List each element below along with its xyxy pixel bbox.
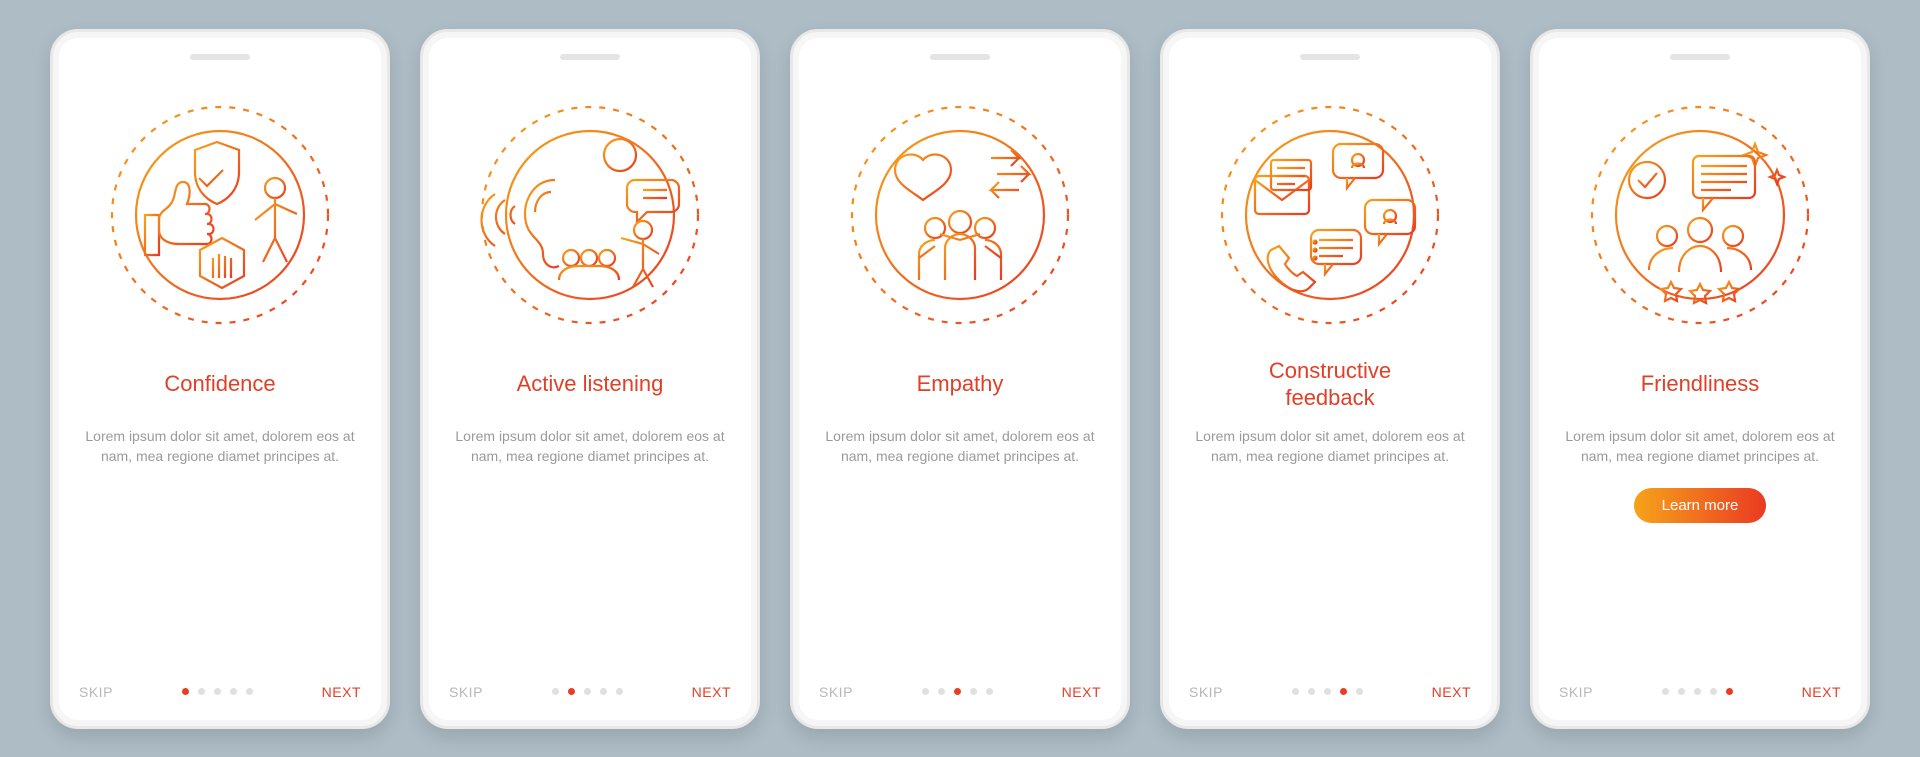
dot[interactable] [1678,688,1685,695]
friendliness-icon [1585,100,1815,330]
dot[interactable] [198,688,205,695]
skip-button[interactable]: SKIP [449,684,483,700]
screen-description: Lorem ipsum dolor sit amet, dolorem eos … [449,426,731,467]
dot[interactable] [230,688,237,695]
dot[interactable] [1340,688,1347,695]
dot[interactable] [954,688,961,695]
screen-title: Active listening [517,358,664,412]
skip-button[interactable]: SKIP [1559,684,1593,700]
next-button[interactable]: NEXT [322,684,361,700]
confidence-icon [105,100,335,330]
next-button[interactable]: NEXT [1802,684,1841,700]
feedback-icon [1215,100,1445,330]
pagination-dots [552,688,623,695]
screen-description: Lorem ipsum dolor sit amet, dolorem eos … [79,426,361,467]
dot[interactable] [246,688,253,695]
screen-title: Empathy [917,358,1004,412]
screen-description: Lorem ipsum dolor sit amet, dolorem eos … [819,426,1101,467]
dot[interactable] [568,688,575,695]
dot[interactable] [1726,688,1733,695]
screen-title: Friendliness [1641,358,1760,412]
phone-speaker [1300,54,1360,60]
dot[interactable] [922,688,929,695]
pagination-dots [1662,688,1733,695]
dot[interactable] [584,688,591,695]
dot[interactable] [616,688,623,695]
skip-button[interactable]: SKIP [1189,684,1223,700]
onboarding-screen: Active listening Lorem ipsum dolor sit a… [420,29,760,729]
dot[interactable] [1710,688,1717,695]
onboarding-footer: SKIP NEXT [1559,664,1841,700]
screen-description: Lorem ipsum dolor sit amet, dolorem eos … [1189,426,1471,467]
screen-title: Confidence [164,358,275,412]
dot[interactable] [1292,688,1299,695]
next-button[interactable]: NEXT [692,684,731,700]
active-listening-icon [475,100,705,330]
phone-speaker [190,54,250,60]
onboarding-screen: Confidence Lorem ipsum dolor sit amet, d… [50,29,390,729]
dot[interactable] [970,688,977,695]
onboarding-footer: SKIP NEXT [1189,664,1471,700]
screen-title: Constructive feedback [1269,358,1391,412]
dot[interactable] [1324,688,1331,695]
dot[interactable] [1662,688,1669,695]
dot[interactable] [1356,688,1363,695]
onboarding-screen: Empathy Lorem ipsum dolor sit amet, dolo… [790,29,1130,729]
dot[interactable] [986,688,993,695]
onboarding-screen: Constructive feedback Lorem ipsum dolor … [1160,29,1500,729]
phone-speaker [930,54,990,60]
dot[interactable] [938,688,945,695]
skip-button[interactable]: SKIP [79,684,113,700]
onboarding-screen: Friendliness Lorem ipsum dolor sit amet,… [1530,29,1870,729]
dot[interactable] [600,688,607,695]
phone-speaker [560,54,620,60]
learn-more-button[interactable]: Learn more [1634,488,1767,523]
phone-speaker [1670,54,1730,60]
dot[interactable] [552,688,559,695]
onboarding-footer: SKIP NEXT [449,664,731,700]
next-button[interactable]: NEXT [1432,684,1471,700]
dot[interactable] [1308,688,1315,695]
pagination-dots [1292,688,1363,695]
pagination-dots [182,688,253,695]
skip-button[interactable]: SKIP [819,684,853,700]
empathy-icon [845,100,1075,330]
dot[interactable] [1694,688,1701,695]
dot[interactable] [182,688,189,695]
dot[interactable] [214,688,221,695]
pagination-dots [922,688,993,695]
next-button[interactable]: NEXT [1062,684,1101,700]
onboarding-footer: SKIP NEXT [819,664,1101,700]
onboarding-footer: SKIP NEXT [79,664,361,700]
screen-description: Lorem ipsum dolor sit amet, dolorem eos … [1559,426,1841,467]
